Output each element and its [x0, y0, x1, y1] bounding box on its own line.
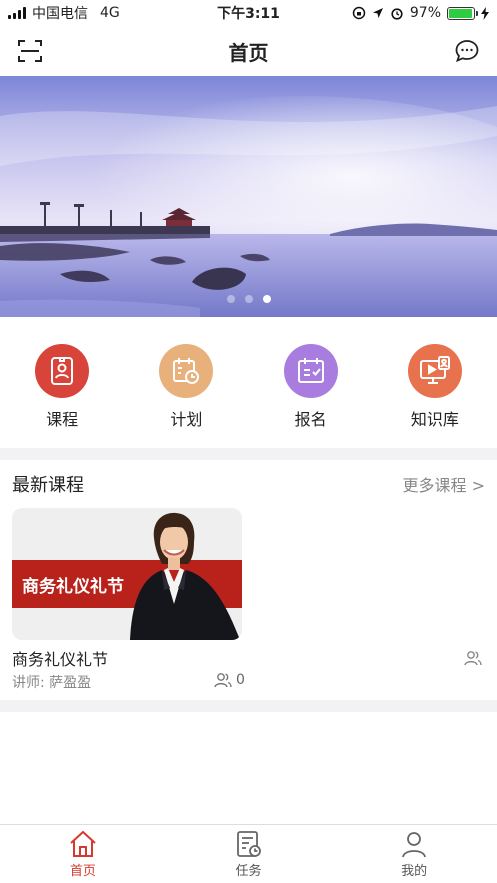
course-title[interactable]: 商务礼仪礼节 [12, 646, 108, 670]
task-icon [236, 830, 261, 857]
status-bar: 中国电信 4G 下午3:11 97% [0, 0, 497, 26]
menu-label: 计划 [170, 410, 203, 429]
network-label: 4G [100, 5, 120, 21]
menu-item-knowledge[interactable]: 知识库 [385, 344, 485, 430]
signal-icon [8, 7, 26, 19]
scan-icon [18, 40, 42, 62]
course-card[interactable]: 商务礼仪礼节 [12, 508, 242, 640]
course-enroll-count: 0 [214, 672, 245, 688]
alarm-icon [391, 8, 403, 20]
menu-label: 知识库 [410, 410, 459, 429]
nav-bar: 首页 [0, 26, 497, 76]
location-icon [372, 8, 383, 18]
tab-mine[interactable]: 我的 [331, 825, 497, 883]
message-icon [455, 40, 479, 63]
tab-label: 首页 [69, 863, 96, 879]
banner-image [0, 76, 497, 317]
course-teacher: 讲师: 萨盈盈 [12, 675, 92, 691]
carousel-dots [0, 295, 497, 303]
course-count-value: 0 [236, 672, 245, 688]
carousel-dot[interactable] [226, 295, 235, 303]
course-icon [35, 344, 90, 398]
people-icon [214, 673, 232, 688]
carousel-dot[interactable] [244, 295, 253, 303]
more-courses-link[interactable]: 更多课程 > [403, 472, 486, 496]
tab-bar: 首页 任务 我的 [0, 824, 497, 883]
menu-item-course[interactable]: 课程 [12, 344, 112, 430]
status-right: 97% [317, 5, 497, 21]
content-empty-area [0, 712, 497, 824]
menu-label: 报名 [294, 410, 327, 429]
tab-label: 任务 [235, 863, 262, 879]
status-time: 下午3:11 [217, 6, 280, 22]
tab-task[interactable]: 任务 [166, 825, 332, 883]
scan-button[interactable] [16, 37, 44, 65]
knowledge-icon [407, 344, 462, 398]
status-left: 中国电信 4G [0, 3, 180, 23]
plan-icon [159, 344, 214, 398]
section-title: 最新课程 [12, 475, 84, 496]
latest-courses-section: 最新课程 更多课程 > 商务礼仪礼节 商务礼仪礼节 讲师: 萨盈盈 0 [0, 460, 497, 700]
menu-item-signup[interactable]: 报名 [261, 344, 361, 430]
quick-menu: 课程 计划 报名 知识库 [0, 317, 497, 448]
battery-icon [447, 6, 478, 20]
tab-label: 我的 [401, 863, 428, 879]
course-cover-person [130, 512, 240, 640]
signup-icon [283, 344, 338, 398]
user-icon [402, 831, 427, 857]
banner-carousel[interactable] [0, 76, 497, 317]
home-icon [70, 830, 96, 857]
battery-percent: 97% [409, 5, 441, 21]
message-button[interactable] [453, 37, 481, 65]
carousel-dot-active[interactable] [262, 295, 271, 303]
menu-label: 课程 [46, 410, 79, 429]
page-title: 首页 [228, 40, 269, 65]
carrier-label: 中国电信 [32, 6, 88, 22]
people-icon [464, 650, 482, 670]
section-header: 最新课程 更多课程 > [0, 460, 497, 508]
menu-item-plan[interactable]: 计划 [136, 344, 236, 430]
tab-home[interactable]: 首页 [0, 825, 166, 883]
rotation-lock-icon [352, 6, 366, 20]
charging-icon [481, 6, 489, 20]
